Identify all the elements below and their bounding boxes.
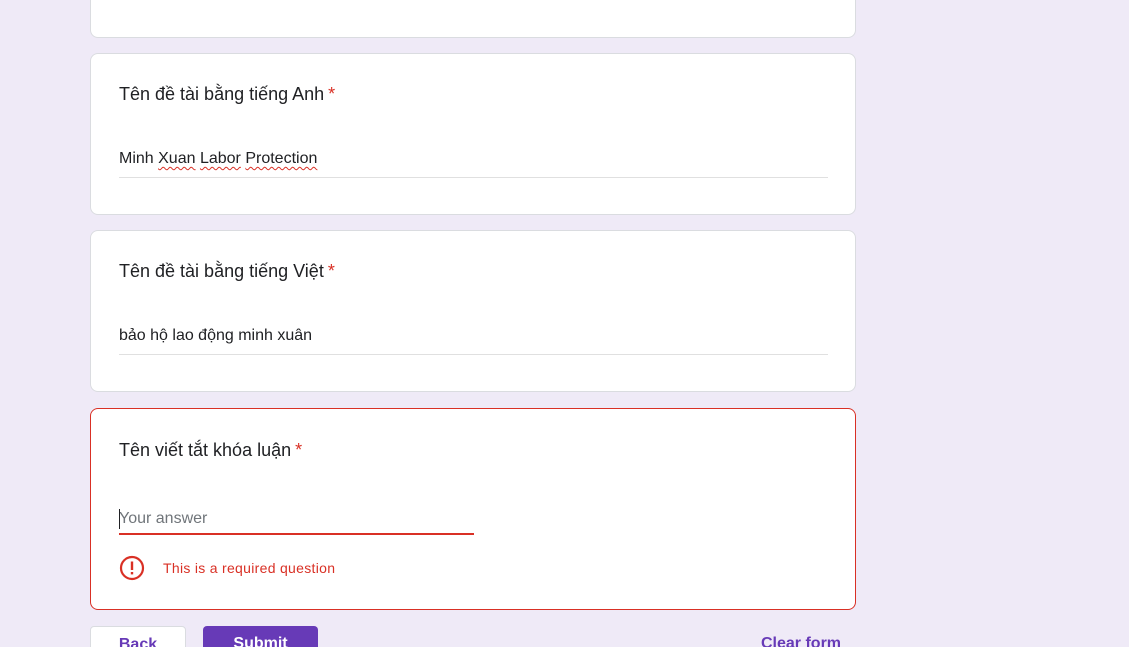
previous-question-card bbox=[90, 0, 856, 38]
answer-input-abbreviation[interactable] bbox=[119, 507, 474, 531]
misspelled-word: Labor bbox=[199, 150, 241, 167]
question-card-english-title: Tên đề tài bằng tiếng Anh * Minh Xuan Lab… bbox=[90, 53, 856, 215]
clear-form-button[interactable]: Clear form bbox=[761, 635, 841, 647]
form-page: Tên đề tài bằng tiếng Anh * Minh Xuan Lab… bbox=[0, 0, 1129, 647]
answer-field-wrapper bbox=[119, 507, 474, 535]
answer-input-english-title[interactable]: Minh Xuan Labor Protection bbox=[119, 150, 317, 168]
question-title: Tên viết tắt khóa luận * bbox=[119, 440, 302, 461]
question-title: Tên đề tài bằng tiếng Anh * bbox=[119, 84, 335, 105]
back-button[interactable]: Back bbox=[90, 626, 186, 647]
text-cursor bbox=[119, 509, 120, 529]
error-message-row: This is a required question bbox=[119, 555, 335, 581]
misspelled-word: Xuan bbox=[158, 150, 196, 167]
question-title-text: Tên đề tài bằng tiếng Việt bbox=[119, 261, 324, 281]
error-circle-icon bbox=[119, 555, 145, 581]
answer-word: Minh bbox=[119, 150, 159, 167]
question-title-text: Tên viết tắt khóa luận bbox=[119, 440, 292, 460]
submit-button[interactable]: Submit bbox=[203, 626, 318, 647]
question-card-vietnamese-title: Tên đề tài bằng tiếng Việt * bảo hộ lao đ… bbox=[90, 230, 856, 392]
answer-underline bbox=[119, 354, 828, 355]
answer-input-vietnamese-title[interactable]: bảo hộ lao động minh xuân bbox=[119, 327, 312, 345]
question-title-text: Tên đề tài bằng tiếng Anh bbox=[119, 84, 325, 104]
required-asterisk: * bbox=[327, 261, 335, 281]
question-title: Tên đề tài bằng tiếng Việt * bbox=[119, 261, 335, 282]
question-card-abbreviation: Tên viết tắt khóa luận* This is a requir… bbox=[90, 408, 856, 610]
required-asterisk: * bbox=[295, 440, 303, 460]
error-message: This is a required question bbox=[163, 560, 336, 576]
required-asterisk: * bbox=[328, 84, 336, 104]
misspelled-word: Protection bbox=[245, 150, 318, 167]
answer-underline bbox=[119, 177, 828, 178]
